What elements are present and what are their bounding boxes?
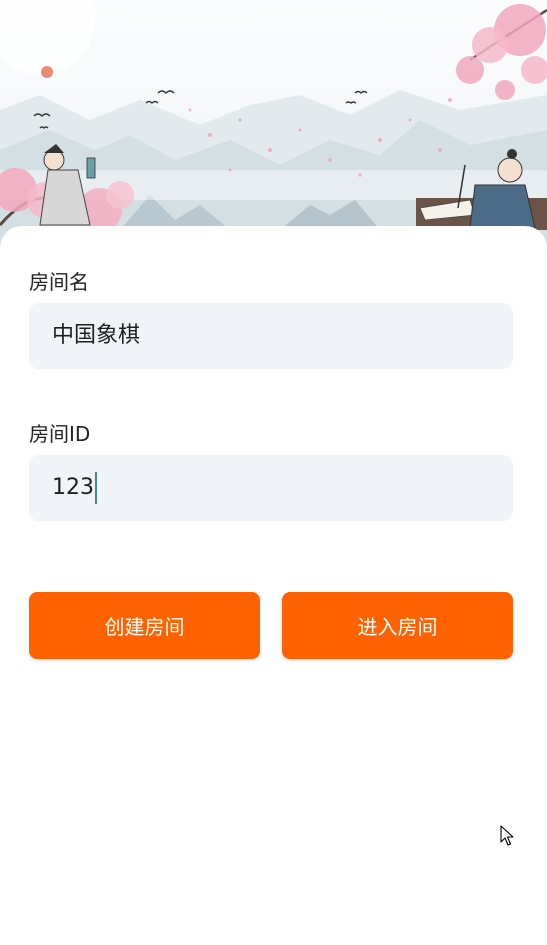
room-name-value[interactable]: 中国象棋 (52, 325, 140, 347)
room-name-input[interactable]: 中国象棋 (29, 303, 513, 369)
landscape-illustration (0, 0, 547, 260)
header-banner (0, 0, 547, 260)
create-room-button-label: 创建房间 (104, 615, 185, 639)
room-name-label: 房间名 (29, 270, 89, 294)
create-room-button[interactable]: 创建房间 (29, 592, 260, 659)
sun-icon (41, 66, 53, 78)
room-id-label: 房间ID (29, 422, 91, 446)
mouse-pointer-icon (500, 825, 514, 851)
join-room-button-label: 进入房间 (357, 615, 438, 639)
join-room-button[interactable]: 进入房间 (282, 592, 513, 659)
room-id-value[interactable]: 123 (52, 477, 94, 499)
text-caret (95, 472, 97, 504)
room-id-input[interactable]: 123 (29, 455, 513, 521)
